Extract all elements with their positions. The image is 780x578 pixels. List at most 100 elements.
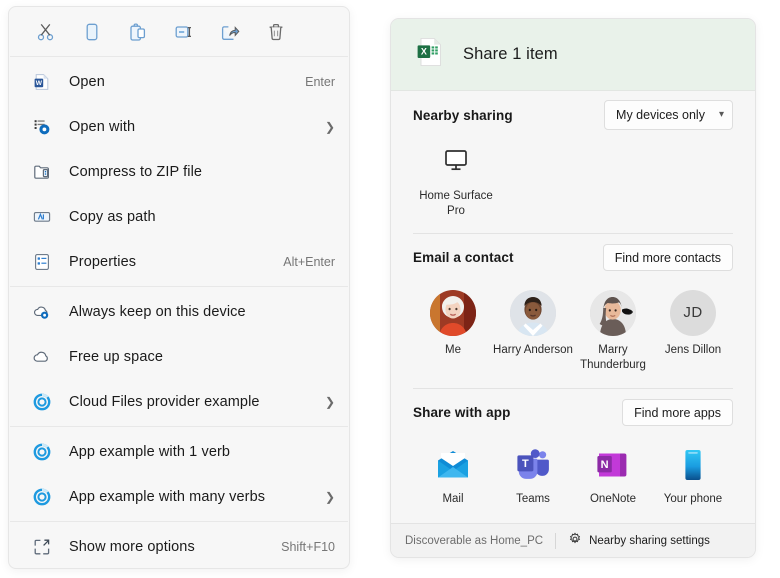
chevron-right-icon: ❯ xyxy=(324,119,335,134)
onenote-app-icon: N xyxy=(593,445,633,485)
footer-divider xyxy=(555,532,557,549)
share-with-app-title: Share with app xyxy=(413,405,511,421)
menu-item-app-example-many-verbs[interactable]: App example with many verbs ❯ xyxy=(9,474,349,519)
share-icon xyxy=(219,21,241,43)
email-contact-section-header: Email a contact Find more contacts xyxy=(413,234,733,282)
menu-item-copy-as-path[interactable]: Copy as path xyxy=(9,194,349,239)
menu-item-label: Always keep on this device xyxy=(69,303,246,320)
open-with-icon xyxy=(31,116,53,138)
menu-item-cloud-files-provider[interactable]: Cloud Files provider example ❯ xyxy=(9,379,349,424)
menu-item-label: Compress to ZIP file xyxy=(69,163,203,180)
copy-button[interactable] xyxy=(69,15,115,49)
menu-item-label: Open xyxy=(69,73,105,90)
app-name: Teams xyxy=(516,492,550,505)
delete-icon xyxy=(265,21,287,43)
cut-button[interactable] xyxy=(23,15,69,49)
discoverable-status: Discoverable as Home_PC xyxy=(405,534,544,547)
contact-list: Me Harry Anderson Marry Thunderburg JD J… xyxy=(413,282,733,388)
email-contact-title: Email a contact xyxy=(413,250,514,266)
app-item[interactable]: Mail xyxy=(413,445,493,508)
menu-group-more: Show more options Shift+F10 xyxy=(9,522,349,568)
cloud-provider-icon xyxy=(31,441,53,463)
excel-file-icon: X xyxy=(413,35,447,74)
cut-icon xyxy=(35,21,57,43)
app-item[interactable]: N OneNote xyxy=(573,445,653,508)
monitor-icon xyxy=(441,145,471,180)
paste-button[interactable] xyxy=(115,15,161,49)
nearby-sharing-title: Nearby sharing xyxy=(413,107,513,123)
gear-icon xyxy=(568,532,582,549)
show-more-options-icon xyxy=(31,536,53,558)
chevron-right-icon: ❯ xyxy=(324,394,335,409)
contact-item[interactable]: Marry Thunderburg xyxy=(573,289,653,374)
cloud-provider-icon xyxy=(31,391,53,413)
app-item[interactable]: Your phone xyxy=(653,445,733,508)
menu-item-open[interactable]: W Open Enter xyxy=(9,59,349,104)
menu-item-accelerator: Alt+Enter xyxy=(283,254,335,269)
contact-name: Me xyxy=(445,343,461,356)
nearby-sharing-section-header: Nearby sharing My devices only ▾ xyxy=(413,91,733,139)
file-context-menu: W Open Enter Open with ❯ Compress to ZIP… xyxy=(8,6,350,569)
menu-item-accelerator: Enter xyxy=(305,74,335,89)
svg-text:X: X xyxy=(421,46,427,56)
cloud-provider-icon xyxy=(31,486,53,508)
rename-button[interactable] xyxy=(161,15,207,49)
menu-item-label: Cloud Files provider example xyxy=(69,393,260,410)
cloud-pin-icon xyxy=(31,301,53,323)
cloud-icon xyxy=(31,346,53,368)
contact-name: Jens Dillon xyxy=(664,343,722,356)
menu-item-label: App example with 1 verb xyxy=(69,443,231,460)
menu-item-app-example-1-verb[interactable]: App example with 1 verb xyxy=(9,429,349,474)
chevron-down-icon: ▾ xyxy=(718,109,724,120)
contact-item[interactable]: JD Jens Dillon xyxy=(653,289,733,374)
menu-item-properties[interactable]: Properties Alt+Enter xyxy=(9,239,349,284)
menu-item-label: Open with xyxy=(69,118,136,135)
menu-item-label: App example with many verbs xyxy=(69,488,266,505)
nearby-sharing-scope-value: My devices only xyxy=(616,108,705,122)
app-name: Mail xyxy=(442,492,464,505)
share-button[interactable] xyxy=(207,15,253,49)
menu-item-label: Free up space xyxy=(69,348,163,365)
properties-icon xyxy=(31,251,53,273)
find-more-apps-button[interactable]: Find more apps xyxy=(622,399,733,427)
menu-item-label: Copy as path xyxy=(69,208,156,225)
teams-app-icon: T xyxy=(513,445,553,485)
contact-item[interactable]: Harry Anderson xyxy=(493,289,573,374)
menu-group-app-examples: App example with 1 verb App example with… xyxy=(9,427,349,521)
nearby-sharing-scope-dropdown[interactable]: My devices only ▾ xyxy=(604,100,733,130)
menu-item-free-up-space[interactable]: Free up space xyxy=(9,334,349,379)
menu-group-cloud-actions: Always keep on this device Free up space… xyxy=(9,287,349,426)
app-item[interactable]: T Teams xyxy=(493,445,573,508)
share-dialog-footer: Discoverable as Home_PC Nearby sharing s… xyxy=(391,523,755,557)
word-document-icon: W xyxy=(31,71,53,93)
share-dialog-body: Nearby sharing My devices only ▾ Home Su… xyxy=(391,91,755,523)
paste-icon xyxy=(127,21,149,43)
menu-item-label: Properties xyxy=(69,253,137,270)
svg-text:T: T xyxy=(522,458,529,470)
menu-item-open-with[interactable]: Open with ❯ xyxy=(9,104,349,149)
avatar xyxy=(510,289,556,336)
nearby-sharing-settings-label: Nearby sharing settings xyxy=(589,534,710,547)
svg-text:W: W xyxy=(36,80,43,87)
avatar xyxy=(430,289,476,336)
menu-item-accelerator: Shift+F10 xyxy=(281,539,335,554)
share-with-app-section-header: Share with app Find more apps xyxy=(413,389,733,437)
nearby-device-name: Home Surface Pro xyxy=(419,190,493,217)
app-name: OneNote xyxy=(589,492,637,505)
app-name: Your phone xyxy=(663,492,723,505)
menu-item-show-more-options[interactable]: Show more options Shift+F10 xyxy=(9,524,349,568)
nearby-device-item[interactable]: Home Surface Pro xyxy=(413,145,499,219)
contact-item[interactable]: Me xyxy=(413,289,493,374)
menu-item-compress-zip[interactable]: Compress to ZIP file xyxy=(9,149,349,194)
menu-group-file-actions: W Open Enter Open with ❯ Compress to ZIP… xyxy=(9,57,349,286)
delete-button[interactable] xyxy=(253,15,299,49)
context-menu-toolbar xyxy=(9,7,349,56)
copy-icon xyxy=(81,21,103,43)
find-more-contacts-button[interactable]: Find more contacts xyxy=(602,244,733,272)
menu-item-always-keep-on-device[interactable]: Always keep on this device xyxy=(9,289,349,334)
menu-item-label: Show more options xyxy=(69,538,195,555)
contact-name: Harry Anderson xyxy=(493,343,573,356)
nearby-sharing-settings-link[interactable]: Nearby sharing settings xyxy=(568,532,710,549)
rename-icon xyxy=(173,21,195,43)
share-dialog: X Share 1 item Nearby sharing My devices… xyxy=(390,18,756,558)
